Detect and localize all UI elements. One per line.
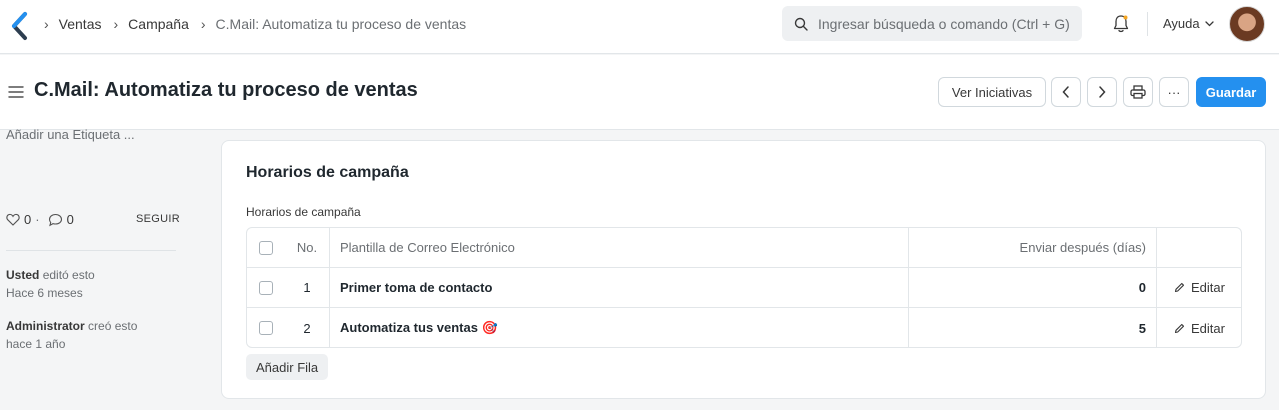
edit-row-button[interactable]: Editar — [1174, 280, 1225, 295]
add-row-button[interactable]: Añadir Fila — [246, 354, 329, 380]
schedules-table: No. Plantilla de Correo Electrónico Envi… — [246, 227, 1242, 348]
header-actions — [1157, 228, 1241, 267]
activity-action: creó esto — [88, 319, 138, 333]
row-checkbox[interactable] — [259, 280, 273, 295]
stats-row: 0 · 0 — [6, 212, 74, 227]
activity-time: Hace 6 meses — [6, 286, 83, 300]
chevron-right-icon: › — [200, 16, 206, 32]
print-button[interactable] — [1123, 77, 1153, 107]
table-label: Horarios de campaña — [246, 205, 361, 219]
comment-icon[interactable] — [48, 213, 63, 227]
row-template[interactable]: Primer toma de contacto — [330, 268, 909, 307]
row-select-cell — [247, 268, 285, 307]
table-row[interactable]: 2 Automatiza tus ventas 🎯 5 Editar — [247, 308, 1241, 348]
edit-row-button[interactable]: Editar — [1174, 321, 1225, 336]
row-edit-cell: Editar — [1157, 308, 1241, 348]
bell-icon[interactable] — [1112, 14, 1130, 34]
row-checkbox[interactable] — [259, 321, 273, 335]
help-label: Ayuda — [1163, 16, 1200, 31]
activity-text: Administrator creó esto — [6, 317, 137, 335]
breadcrumb-ventas[interactable]: Ventas — [59, 16, 102, 32]
row-template[interactable]: Automatiza tus ventas 🎯 — [330, 308, 909, 348]
search-input[interactable]: Ingresar búsqueda o comando (Ctrl + G) — [782, 6, 1082, 41]
more-options-button[interactable]: ··· — [1159, 77, 1189, 107]
page-title: C.Mail: Automatiza tu proceso de ventas — [34, 79, 418, 101]
sidebar-divider — [6, 250, 176, 251]
campaign-schedules-card: Horarios de campaña Horarios de campaña … — [221, 140, 1266, 399]
navbar: › Ventas › Campaña › C.Mail: Automatiza … — [0, 0, 1279, 54]
chevron-down-icon — [1204, 20, 1214, 26]
header-days: Enviar después (días) — [909, 228, 1157, 267]
table-row[interactable]: 1 Primer toma de contacto 0 Editar — [247, 268, 1241, 308]
select-all-checkbox[interactable] — [259, 240, 273, 255]
select-all-cell — [247, 228, 285, 267]
help-dropdown[interactable]: Ayuda — [1163, 16, 1214, 31]
table-header-row: No. Plantilla de Correo Electrónico Envi… — [247, 228, 1241, 268]
search-placeholder: Ingresar búsqueda o comando (Ctrl + G) — [818, 15, 1070, 32]
edit-label: Editar — [1191, 320, 1225, 336]
breadcrumb-current[interactable]: C.Mail: Automatiza tu proceso de ventas — [216, 16, 467, 32]
previous-button[interactable] — [1051, 77, 1081, 107]
likes-count: 0 — [24, 212, 32, 227]
save-button[interactable]: Guardar — [1196, 77, 1266, 107]
row-number: 1 — [285, 268, 330, 307]
activity-time: hace 1 año — [6, 337, 66, 351]
add-tag-link[interactable]: Añadir una Etiqueta ... — [6, 127, 135, 142]
header-no: No. — [285, 228, 330, 267]
row-number: 2 — [285, 308, 330, 348]
chevron-right-icon — [1099, 86, 1106, 98]
avatar[interactable] — [1229, 6, 1265, 42]
logo-icon[interactable] — [10, 11, 30, 41]
next-button[interactable] — [1087, 77, 1117, 107]
activity-actor: Administrator — [6, 319, 85, 333]
section-title: Horarios de campaña — [246, 164, 409, 181]
follow-button[interactable]: SEGUIR — [136, 213, 180, 225]
row-select-cell — [247, 308, 285, 348]
chevron-right-icon: › — [44, 16, 49, 32]
activity-actor: Usted — [6, 268, 40, 282]
stats-separator: · — [35, 212, 40, 227]
chevron-right-icon: › — [113, 16, 119, 32]
activity-text: Usted editó esto — [6, 266, 95, 284]
printer-icon — [1130, 85, 1146, 99]
edit-label: Editar — [1191, 280, 1225, 295]
menu-icon[interactable] — [8, 85, 24, 99]
form-sidebar: Añadir una Etiqueta ... 0 · 0 SEGUIR Ust… — [0, 127, 190, 410]
breadcrumb-campana[interactable]: Campaña — [128, 16, 189, 32]
navbar-divider — [1147, 12, 1148, 36]
row-days[interactable]: 0 — [909, 268, 1157, 307]
activity-item: Administrator creó esto hace 1 año — [6, 317, 137, 353]
chevron-left-icon — [1062, 86, 1069, 98]
view-iniciativas-button[interactable]: Ver Iniciativas — [938, 77, 1046, 107]
search-icon — [794, 17, 808, 31]
row-days[interactable]: 5 — [909, 308, 1157, 348]
pencil-icon — [1174, 282, 1185, 293]
heart-icon[interactable] — [6, 213, 20, 226]
header-template: Plantilla de Correo Electrónico — [330, 228, 909, 267]
activity-action: editó esto — [42, 268, 95, 282]
comments-count: 0 — [66, 212, 74, 227]
breadcrumb: › Ventas › Campaña › C.Mail: Automatiza … — [44, 0, 478, 48]
row-edit-cell: Editar — [1157, 268, 1241, 307]
pencil-icon — [1174, 323, 1185, 333]
activity-item: Usted editó esto Hace 6 meses — [6, 266, 95, 302]
page-header: C.Mail: Automatiza tu proceso de ventas … — [0, 55, 1279, 130]
